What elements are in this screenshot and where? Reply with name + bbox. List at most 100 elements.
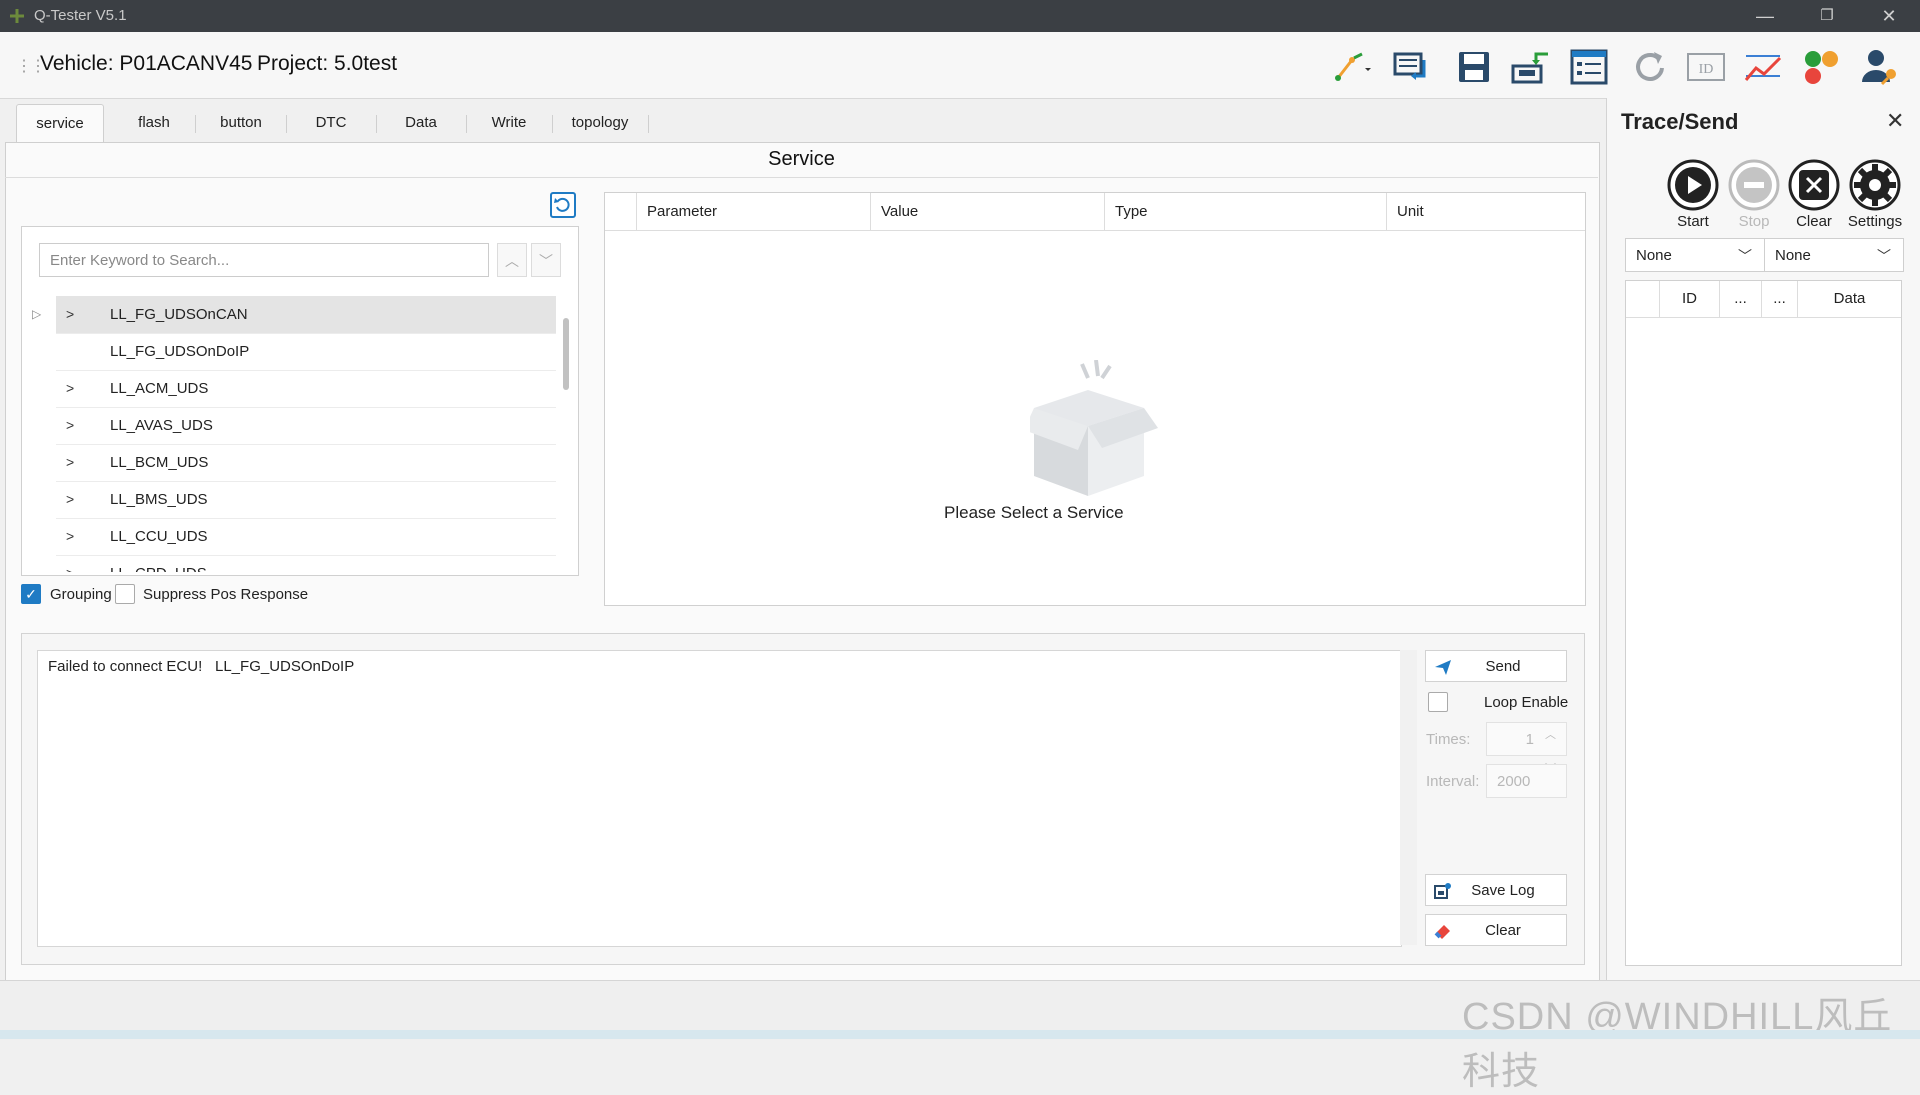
log-message: Failed to connect ECU!	[48, 658, 203, 675]
save-icon[interactable]	[1453, 46, 1495, 88]
monitor-transfer-icon[interactable]	[1392, 46, 1434, 88]
search-input[interactable]: Enter Keyword to Search...	[39, 243, 489, 277]
search-next-button[interactable]: ﹀	[531, 243, 561, 277]
close-window-button[interactable]: ✕	[1859, 0, 1919, 32]
column-value[interactable]: Value	[871, 193, 1105, 230]
tab-data[interactable]: Data	[378, 104, 464, 142]
trace-column-id[interactable]: ID	[1660, 281, 1720, 317]
tab-button[interactable]: button	[198, 104, 284, 142]
tab-service[interactable]: service	[16, 104, 104, 143]
project-label: Project: 5.0test	[257, 52, 398, 75]
tree-item[interactable]: > LL_CCU_UDS	[56, 518, 556, 556]
clear-trace-button[interactable]	[1787, 158, 1841, 212]
interval-input[interactable]: 2000	[1486, 764, 1567, 798]
save-log-label: Save Log	[1471, 882, 1535, 899]
clear-label: Clear	[1796, 213, 1832, 230]
tree-item-label: LL_FG_UDSOnCAN	[110, 306, 248, 323]
connect-icon[interactable]	[1330, 46, 1372, 88]
header-bar: ⋮⋮ Vehicle: P01ACANV45 Project: 5.0test …	[0, 32, 1920, 99]
trace-column-3[interactable]: ...	[1762, 281, 1798, 317]
tree-item[interactable]: > LL_FG_UDSOnCAN	[56, 296, 556, 334]
trace-column-2[interactable]: ...	[1720, 281, 1762, 317]
stop-trace-button[interactable]	[1727, 158, 1781, 212]
color-palette-icon[interactable]	[1800, 46, 1842, 88]
suppress-pos-response-checkbox[interactable]	[115, 584, 135, 604]
tree-item-label: LL_CPD_UDS	[110, 555, 207, 572]
suppress-pos-response-label: Suppress Pos Response	[143, 586, 309, 603]
reset-icon	[554, 197, 570, 212]
tree-item-label: LL_FG_UDSOnDoIP	[110, 343, 250, 360]
svg-text:ID: ID	[1699, 62, 1714, 77]
graph-icon[interactable]	[1742, 46, 1784, 88]
settings-trace-button[interactable]	[1848, 158, 1902, 212]
column-type[interactable]: Type	[1105, 193, 1387, 230]
chevron-right-icon[interactable]: >	[66, 296, 82, 333]
times-stepper[interactable]: 1 ︿﹀	[1486, 722, 1567, 775]
search-prev-button[interactable]: ︿	[497, 243, 527, 277]
refresh-icon[interactable]	[1628, 46, 1670, 88]
send-label: Send	[1485, 658, 1521, 675]
tab-dtc[interactable]: DTC	[288, 104, 374, 142]
send-button[interactable]: Send	[1425, 650, 1567, 682]
trace-header-spacer	[1626, 281, 1660, 317]
filter-combo-1-value: None	[1636, 247, 1672, 264]
trace-table-header: ID ... ... Data	[1626, 281, 1901, 318]
tree-item[interactable]: > LL_BMS_UDS	[56, 481, 556, 519]
chevron-right-icon[interactable]: >	[66, 444, 82, 481]
tree-item[interactable]: > LL_CPD_UDS	[56, 555, 556, 572]
tree-item-label: LL_AVAS_UDS	[110, 417, 213, 434]
log-output[interactable]	[37, 650, 1402, 947]
tab-write[interactable]: Write	[468, 104, 550, 142]
table-header-spacer	[605, 193, 637, 230]
save-log-button[interactable]: Save Log	[1425, 874, 1567, 906]
filter-combo-2[interactable]: None ﹀	[1764, 238, 1904, 272]
list-icon[interactable]	[1568, 46, 1610, 88]
tab-topology[interactable]: topology	[554, 104, 646, 142]
log-scrollbar[interactable]	[1400, 650, 1417, 945]
times-value: 1	[1525, 731, 1534, 748]
vehicle-label: Vehicle: P01ACANV45	[40, 52, 253, 75]
chevron-down-icon: ﹀	[1877, 248, 1891, 264]
id-icon[interactable]: ID	[1685, 46, 1727, 88]
tree-item[interactable]: > LL_BCM_UDS	[56, 444, 556, 482]
user-key-icon[interactable]	[1858, 46, 1900, 88]
watermark-text: CSDN @WINDHILL风丘科技	[1462, 996, 1893, 1093]
chevron-right-icon[interactable]: >	[66, 370, 82, 407]
tree-item[interactable]: > LL_AVAS_UDS	[56, 407, 556, 445]
grouping-checkbox[interactable]: ✓	[21, 584, 41, 604]
interval-label: Interval:	[1426, 773, 1480, 790]
column-parameter[interactable]: Parameter	[637, 193, 871, 230]
service-tree: > LL_FG_UDSOnCAN LL_FG_UDSOnDoIP > LL_AC…	[0, 296, 560, 572]
title-bar: Q-Tester V5.1 — ❐ ✕	[0, 0, 1920, 32]
trace-table: ID ... ... Data	[1625, 280, 1902, 966]
refresh-tree-button[interactable]	[550, 192, 576, 218]
close-trace-button[interactable]: ✕	[1886, 108, 1904, 134]
times-label: Times:	[1426, 731, 1471, 748]
settings-label: Settings	[1847, 213, 1903, 230]
filter-combo-2-value: None	[1775, 247, 1811, 264]
tab-flash[interactable]: flash	[114, 104, 194, 142]
chevron-right-icon[interactable]: >	[66, 518, 82, 555]
minimize-button[interactable]: —	[1735, 0, 1795, 32]
clear-log-button[interactable]: Clear	[1425, 914, 1567, 946]
import-icon[interactable]	[1510, 46, 1552, 88]
chevron-right-icon[interactable]: >	[66, 481, 82, 518]
trace-column-data[interactable]: Data	[1798, 281, 1901, 317]
filter-combo-1[interactable]: None ﹀	[1625, 238, 1765, 272]
taskbar-strip	[0, 1030, 1920, 1039]
column-unit[interactable]: Unit	[1387, 193, 1585, 230]
chevron-right-icon[interactable]: >	[66, 555, 82, 572]
restore-button[interactable]: ❐	[1797, 0, 1857, 32]
tree-item[interactable]: LL_FG_UDSOnDoIP	[56, 333, 556, 371]
chevron-right-icon[interactable]: >	[66, 407, 82, 444]
tree-item-label: LL_ACM_UDS	[110, 380, 209, 397]
tree-item[interactable]: > LL_ACM_UDS	[56, 370, 556, 408]
tree-item-label: LL_CCU_UDS	[110, 528, 208, 545]
start-label: Start	[1677, 213, 1709, 230]
chevron-down-icon: ﹀	[1738, 248, 1752, 264]
loop-enable-checkbox[interactable]	[1428, 692, 1448, 712]
loop-enable-label: Loop Enable	[1484, 694, 1569, 711]
service-title: Service	[5, 142, 1598, 178]
tree-scrollbar[interactable]	[563, 318, 569, 390]
start-trace-button[interactable]	[1666, 158, 1720, 212]
